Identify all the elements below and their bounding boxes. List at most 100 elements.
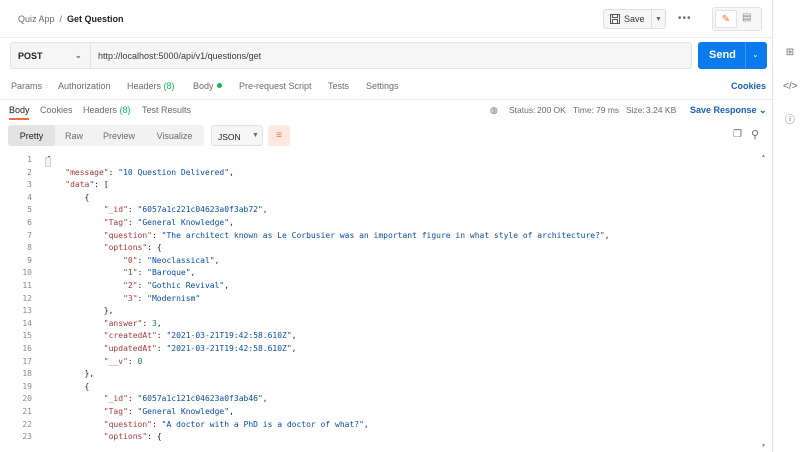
scroll-up-icon[interactable]: ▲: [761, 153, 766, 159]
code-line: 11 "2": "Gothic Revival",: [0, 281, 760, 294]
breadcrumb-request-name[interactable]: Get Question: [67, 14, 124, 24]
search-icon[interactable]: ⚲: [751, 128, 759, 141]
method-select[interactable]: POST ⌄: [11, 43, 91, 68]
format-select[interactable]: JSON ▼: [211, 125, 263, 146]
response-toolbar: Pretty Raw Preview Visualize JSON ▼ ≡ ❐ …: [8, 125, 768, 147]
save-icon: [610, 14, 620, 24]
line-number: 2: [27, 167, 32, 177]
code-line: 1{: [0, 155, 760, 168]
save-response-button[interactable]: Save Response ⌄: [690, 105, 767, 116]
line-number: 17: [22, 356, 32, 366]
response-tab-headers-count: (8): [119, 105, 131, 115]
view-mode-segments: Pretty Raw Preview Visualize: [8, 125, 204, 146]
send-options-chevron-icon[interactable]: ⌄: [752, 50, 759, 59]
cookies-link[interactable]: Cookies: [731, 81, 766, 91]
response-tab-headers[interactable]: Headers (8): [83, 105, 131, 115]
bracket-match-highlight: [45, 157, 51, 167]
code-snippet-icon[interactable]: </>: [783, 80, 797, 94]
size-value[interactable]: 3.24 KB: [646, 105, 676, 115]
send-button-group: Send ⌄: [698, 42, 767, 69]
tab-settings[interactable]: Settings: [366, 81, 399, 91]
documentation-icon[interactable]: ▤: [742, 12, 751, 23]
code-text: "_id": "6057a1c221c04623a0f3ab72",: [103, 205, 268, 215]
code-text: "createdAt": "2021-03-21T19:42:58.610Z",: [103, 331, 297, 341]
code-text: "updatedAt": "2021-03-21T19:42:58.610Z",: [103, 344, 297, 353]
breadcrumb-collection[interactable]: Quiz App: [18, 14, 55, 24]
save-button-label: Save: [624, 14, 645, 24]
method-value: POST: [18, 51, 43, 61]
save-button-group: Save ▼: [603, 9, 666, 29]
tab-authorization[interactable]: Authorization: [58, 81, 111, 91]
code-line: 16 "updatedAt": "2021-03-21T19:42:58.610…: [0, 344, 760, 357]
tab-body-label: Body: [193, 81, 214, 91]
code-line: 7 "question": "The architect known as Le…: [0, 231, 760, 244]
status-value[interactable]: 200 OK: [537, 105, 566, 115]
code-text: {: [84, 192, 90, 202]
view-visualize[interactable]: Visualize: [145, 125, 204, 146]
code-text: },: [84, 369, 95, 379]
response-tab-test-results[interactable]: Test Results: [142, 105, 191, 115]
scroll-down-icon[interactable]: ▼: [761, 443, 766, 449]
time-label: Time:: [573, 105, 594, 115]
tab-headers-label: Headers: [127, 81, 162, 91]
url-bar: POST ⌄ http://localhost:5000/api/v1/ques…: [10, 42, 692, 69]
chevron-down-icon: ⌄: [75, 51, 82, 60]
editor-scrollbar[interactable]: ▲ ▼: [760, 153, 768, 452]
line-number: 4: [27, 192, 32, 202]
response-tab-cookies[interactable]: Cookies: [40, 105, 73, 115]
view-raw[interactable]: Raw: [55, 125, 93, 146]
wrap-lines-icon[interactable]: ≡: [268, 125, 290, 146]
code-line: 22 "question": "A doctor with a PhD is a…: [0, 420, 760, 433]
code-line: 9 "0": "Neoclassical",: [0, 256, 760, 269]
code-line: 5 "_id": "6057a1c221c04623a0f3ab72",: [0, 205, 760, 218]
code-text: {: [84, 381, 90, 391]
line-number: 10: [22, 268, 32, 278]
code-text: "_id": "6057a1c121c04623a0f3ab46",: [103, 394, 268, 404]
more-actions-icon[interactable]: •••: [678, 13, 692, 24]
code-line: 6 "Tag": "General Knowledge",: [0, 218, 760, 231]
line-number: 20: [22, 394, 32, 404]
view-preview[interactable]: Preview: [93, 125, 145, 146]
tab-body[interactable]: Body: [193, 81, 222, 91]
code-line: 18 },: [0, 369, 760, 382]
line-number: 18: [22, 369, 32, 379]
info-icon[interactable]: ⓘ: [783, 114, 797, 128]
code-text: "options": {: [103, 432, 162, 442]
response-body-editor[interactable]: 1{2 "message": "10 Question Delivered",3…: [0, 155, 760, 452]
tab-params[interactable]: Params: [11, 81, 42, 91]
tab-headers[interactable]: Headers (8): [127, 81, 175, 91]
chevron-down-icon: ▼: [252, 132, 259, 139]
save-dropdown-chevron-icon[interactable]: ▼: [652, 16, 665, 23]
code-line: 17 "__v": 0: [0, 357, 760, 370]
send-button[interactable]: Send: [709, 49, 736, 61]
right-sidebar: ⊞ </> ⓘ: [772, 0, 806, 452]
time-value[interactable]: 79 ms: [596, 105, 619, 115]
body-indicator-dot: [216, 83, 222, 88]
line-number: 9: [27, 255, 32, 265]
line-number: 6: [27, 218, 32, 227]
url-input[interactable]: http://localhost:5000/api/v1/questions/g…: [98, 51, 261, 61]
api-network-icon[interactable]: ⊞: [783, 46, 797, 60]
code-line: 15 "createdAt": "2021-03-21T19:42:58.610…: [0, 331, 760, 344]
code-line: 20 "_id": "6057a1c121c04623a0f3ab46",: [0, 394, 760, 407]
tab-tests[interactable]: Tests: [328, 81, 349, 91]
view-pretty[interactable]: Pretty: [8, 125, 55, 146]
line-number: 21: [22, 407, 32, 416]
globe-icon[interactable]: ◍: [490, 105, 500, 115]
response-tab-body[interactable]: Body: [9, 105, 30, 115]
size-label: Size:: [626, 105, 645, 115]
line-number: 3: [27, 180, 32, 190]
code-text: "options": {: [103, 243, 162, 253]
code-line: 8 "options": {: [0, 243, 760, 256]
code-text: "answer": 3,: [103, 318, 162, 328]
copy-icon[interactable]: ❐: [733, 129, 742, 140]
code-line: 4 {: [0, 193, 760, 206]
tab-pre-request-script[interactable]: Pre-request Script: [239, 81, 312, 91]
line-number: 8: [27, 243, 32, 253]
line-number: 14: [22, 318, 32, 328]
code-text: "question": "A doctor with a PhD is a do…: [103, 419, 369, 429]
format-value: JSON: [218, 132, 241, 142]
edit-mode-pencil-icon[interactable]: ✎: [715, 10, 737, 28]
save-button[interactable]: Save: [604, 10, 652, 28]
code-line: 3 "data": [: [0, 180, 760, 193]
